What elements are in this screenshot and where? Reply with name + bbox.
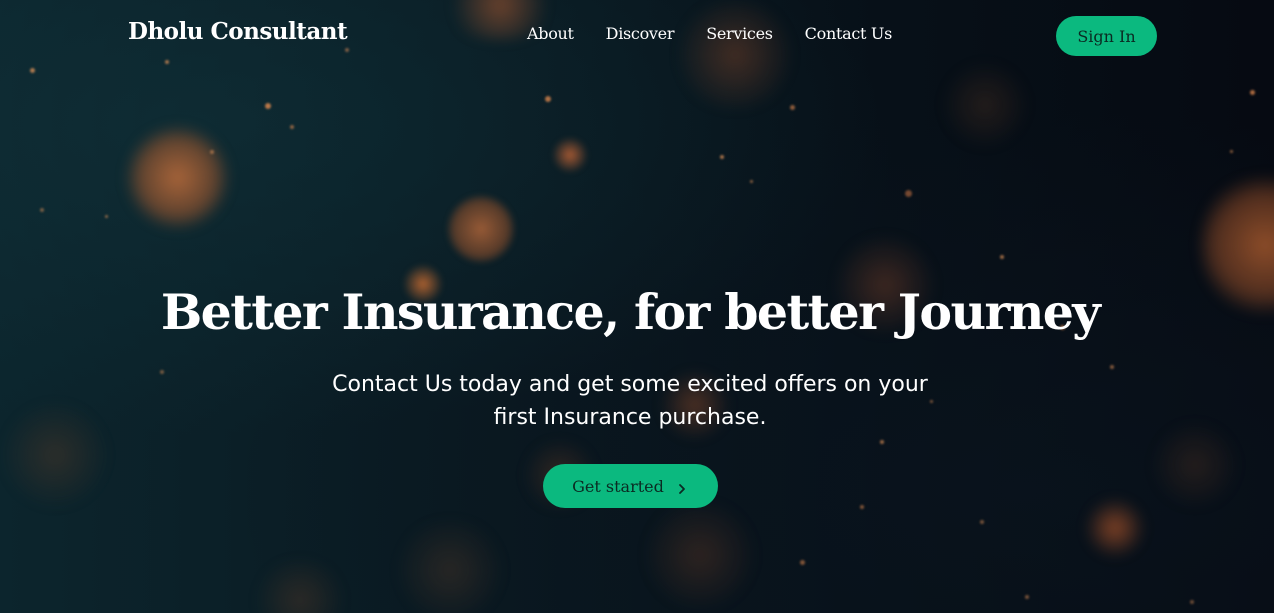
nav-link-contact-us[interactable]: Contact Us bbox=[805, 24, 893, 43]
chevron-right-icon bbox=[676, 480, 688, 494]
hero-subtitle: Contact Us today and get some excited of… bbox=[332, 372, 928, 430]
nav-link-services[interactable]: Services bbox=[706, 24, 773, 43]
hero-content: Better Insurance, for better Journey Con… bbox=[0, 280, 1260, 508]
hero-title: Better Insurance, for better Journey bbox=[160, 283, 1101, 341]
nav-link-discover[interactable]: Discover bbox=[606, 24, 675, 43]
nav-link-about[interactable]: About bbox=[527, 24, 574, 43]
get-started-button[interactable]: Get started bbox=[542, 464, 718, 508]
sign-in-button[interactable]: Sign In bbox=[1056, 16, 1157, 56]
brand-logo[interactable]: Dholu Consultant bbox=[128, 18, 348, 45]
navbar: Dholu Consultant About Discover Services… bbox=[0, 0, 1274, 72]
hero-section: Dholu Consultant About Discover Services… bbox=[0, 0, 1274, 613]
get-started-label: Get started bbox=[572, 476, 664, 496]
nav-links: About Discover Services Contact Us bbox=[527, 24, 924, 43]
